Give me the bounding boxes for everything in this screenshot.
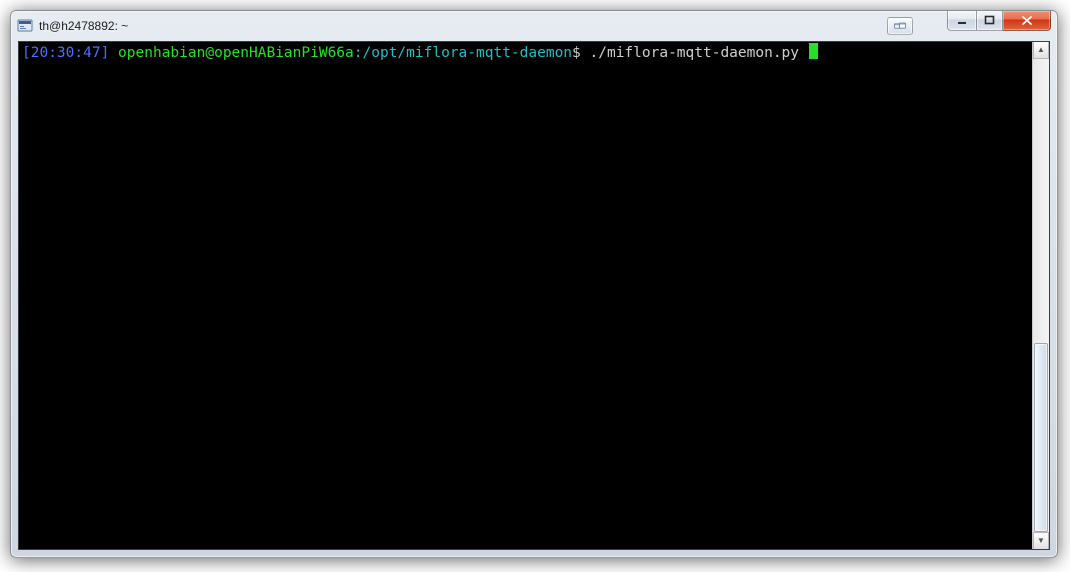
terminal-cursor: [809, 43, 818, 59]
putty-window: th@h2478892: ~: [10, 10, 1058, 558]
scroll-down-icon: ▼: [1037, 537, 1045, 545]
prompt-at: @: [205, 45, 214, 61]
minimize-button[interactable]: [947, 11, 976, 31]
terminal-output[interactable]: [20:30:47] openhabian@openHABianPiW66a:/…: [19, 42, 1032, 549]
prompt-timestamp: [20:30:47]: [22, 45, 109, 61]
prompt-colon: :: [354, 45, 363, 61]
terminal-icon: [17, 18, 33, 34]
prompt-host: openHABianPiW66a: [214, 45, 354, 61]
scrollbar-thumb[interactable]: [1034, 343, 1048, 532]
close-button[interactable]: [1003, 11, 1051, 31]
prompt-path: /opt/miflora-mqtt-daemon: [363, 45, 573, 61]
scroll-up-button[interactable]: ▲: [1033, 42, 1049, 59]
maximize-button[interactable]: [976, 11, 1003, 31]
window-controls: [887, 11, 1051, 35]
scroll-down-button[interactable]: ▼: [1033, 532, 1049, 549]
terminal-client-area: [20:30:47] openhabian@openHABianPiW66a:/…: [18, 41, 1050, 550]
scroll-up-icon: ▲: [1037, 46, 1045, 54]
titlebar[interactable]: th@h2478892: ~: [11, 11, 1057, 41]
scrollbar-track[interactable]: [1033, 59, 1049, 532]
dual-monitor-button[interactable]: [887, 17, 913, 35]
prompt-dollar: $: [572, 45, 581, 61]
vertical-scrollbar[interactable]: ▲ ▼: [1032, 42, 1049, 549]
command-text: ./miflora-mqtt-daemon.py: [590, 45, 800, 61]
prompt-user: openhabian: [118, 45, 205, 61]
window-title: th@h2478892: ~: [39, 19, 887, 33]
